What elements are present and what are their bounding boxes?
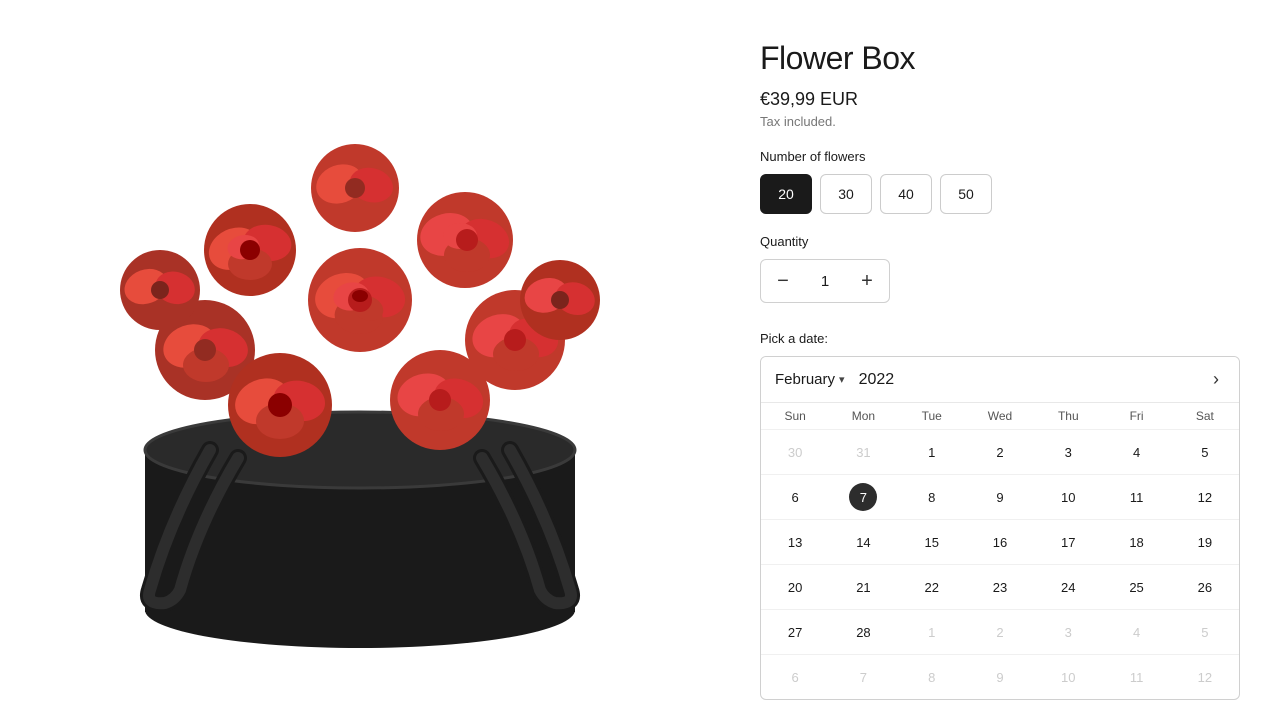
day-sat: Sat [1171,403,1239,429]
cal-day-15[interactable]: 15 [898,520,966,564]
calendar-week-5: 27 28 1 2 3 4 5 [761,609,1239,654]
calendar-header: February ▾ 2022 › [761,357,1239,402]
cal-day-31-prev[interactable]: 31 [829,430,897,474]
cal-day-8-next-2[interactable]: 8 [898,655,966,699]
cal-day-30-prev[interactable]: 30 [761,430,829,474]
flower-option-50[interactable]: 50 [940,174,992,214]
product-price: €39,99 EUR [760,89,1240,110]
quantity-value: 1 [805,273,845,290]
calendar-year: 2022 [859,371,895,389]
cal-day-6[interactable]: 6 [761,475,829,519]
calendar-next-button[interactable]: › [1207,367,1225,392]
calendar: February ▾ 2022 › Sun Mon Tue Wed Thu Fr… [760,356,1240,700]
cal-day-14[interactable]: 14 [829,520,897,564]
calendar-week-6: 6 7 8 9 10 11 12 [761,654,1239,699]
cal-day-20[interactable]: 20 [761,565,829,609]
cal-day-7-next-2[interactable]: 7 [829,655,897,699]
quantity-label: Quantity [760,234,1240,249]
cal-day-12[interactable]: 12 [1171,475,1239,519]
cal-day-5-next-1[interactable]: 5 [1171,610,1239,654]
cal-day-17[interactable]: 17 [1034,520,1102,564]
cal-day-21[interactable]: 21 [829,565,897,609]
day-wed: Wed [966,403,1034,429]
cal-day-1-next-1[interactable]: 1 [898,610,966,654]
product-details-section: Flower Box €39,99 EUR Tax included. Numb… [720,0,1280,720]
cal-day-3-next-1[interactable]: 3 [1034,610,1102,654]
cal-day-8[interactable]: 8 [898,475,966,519]
flower-count-label: Number of flowers [760,149,1240,164]
flower-option-40[interactable]: 40 [880,174,932,214]
calendar-grid: Sun Mon Tue Wed Thu Fri Sat 30 31 1 2 3 [761,402,1239,699]
calendar-month: February [775,371,835,388]
page-container: Flower Box €39,99 EUR Tax included. Numb… [0,0,1280,720]
cal-day-9-next-2[interactable]: 9 [966,655,1034,699]
calendar-week-3: 13 14 15 16 17 18 19 [761,519,1239,564]
cal-day-9[interactable]: 9 [966,475,1034,519]
calendar-month-wrapper: February ▾ [775,371,845,388]
cal-day-22[interactable]: 22 [898,565,966,609]
product-title: Flower Box [760,40,1240,77]
cal-day-5[interactable]: 5 [1171,430,1239,474]
cal-day-4[interactable]: 4 [1102,430,1170,474]
cal-day-10-next-2[interactable]: 10 [1034,655,1102,699]
cal-day-2-next-1[interactable]: 2 [966,610,1034,654]
cal-day-4-next-1[interactable]: 4 [1102,610,1170,654]
cal-day-23[interactable]: 23 [966,565,1034,609]
calendar-week-2: 6 7 8 9 10 11 12 [761,474,1239,519]
tax-info: Tax included. [760,114,1240,129]
cal-day-3[interactable]: 3 [1034,430,1102,474]
cal-day-25[interactable]: 25 [1102,565,1170,609]
pick-date-label: Pick a date: [760,331,1240,346]
cal-day-28[interactable]: 28 [829,610,897,654]
day-tue: Tue [898,403,966,429]
calendar-week-4: 20 21 22 23 24 25 26 [761,564,1239,609]
day-mon: Mon [829,403,897,429]
flower-option-30[interactable]: 30 [820,174,872,214]
cal-day-13[interactable]: 13 [761,520,829,564]
cal-day-11[interactable]: 11 [1102,475,1170,519]
cal-day-12-next-2[interactable]: 12 [1171,655,1239,699]
cal-day-1[interactable]: 1 [898,430,966,474]
cal-day-24[interactable]: 24 [1034,565,1102,609]
flower-count-options: 20 30 40 50 [760,174,1240,214]
cal-day-27[interactable]: 27 [761,610,829,654]
quantity-control: − 1 + [760,259,890,303]
quantity-decrease-button[interactable]: − [761,260,805,302]
cal-day-2[interactable]: 2 [966,430,1034,474]
day-sun: Sun [761,403,829,429]
cal-day-16[interactable]: 16 [966,520,1034,564]
quantity-increase-button[interactable]: + [845,260,889,302]
cal-day-11-next-2[interactable]: 11 [1102,655,1170,699]
cal-day-10[interactable]: 10 [1034,475,1102,519]
product-image [20,20,700,700]
cal-day-26[interactable]: 26 [1171,565,1239,609]
cal-day-18[interactable]: 18 [1102,520,1170,564]
product-image-section [0,0,720,720]
day-fri: Fri [1102,403,1170,429]
cal-day-19[interactable]: 19 [1171,520,1239,564]
cal-day-7-selected[interactable]: 7 [829,475,897,519]
day-thu: Thu [1034,403,1102,429]
flower-option-20[interactable]: 20 [760,174,812,214]
cal-day-6-next-2[interactable]: 6 [761,655,829,699]
calendar-week-1: 30 31 1 2 3 4 5 [761,429,1239,474]
calendar-days-header: Sun Mon Tue Wed Thu Fri Sat [761,402,1239,429]
calendar-weeks: 30 31 1 2 3 4 5 6 7 8 9 10 [761,429,1239,699]
calendar-month-chevron: ▾ [839,373,845,386]
